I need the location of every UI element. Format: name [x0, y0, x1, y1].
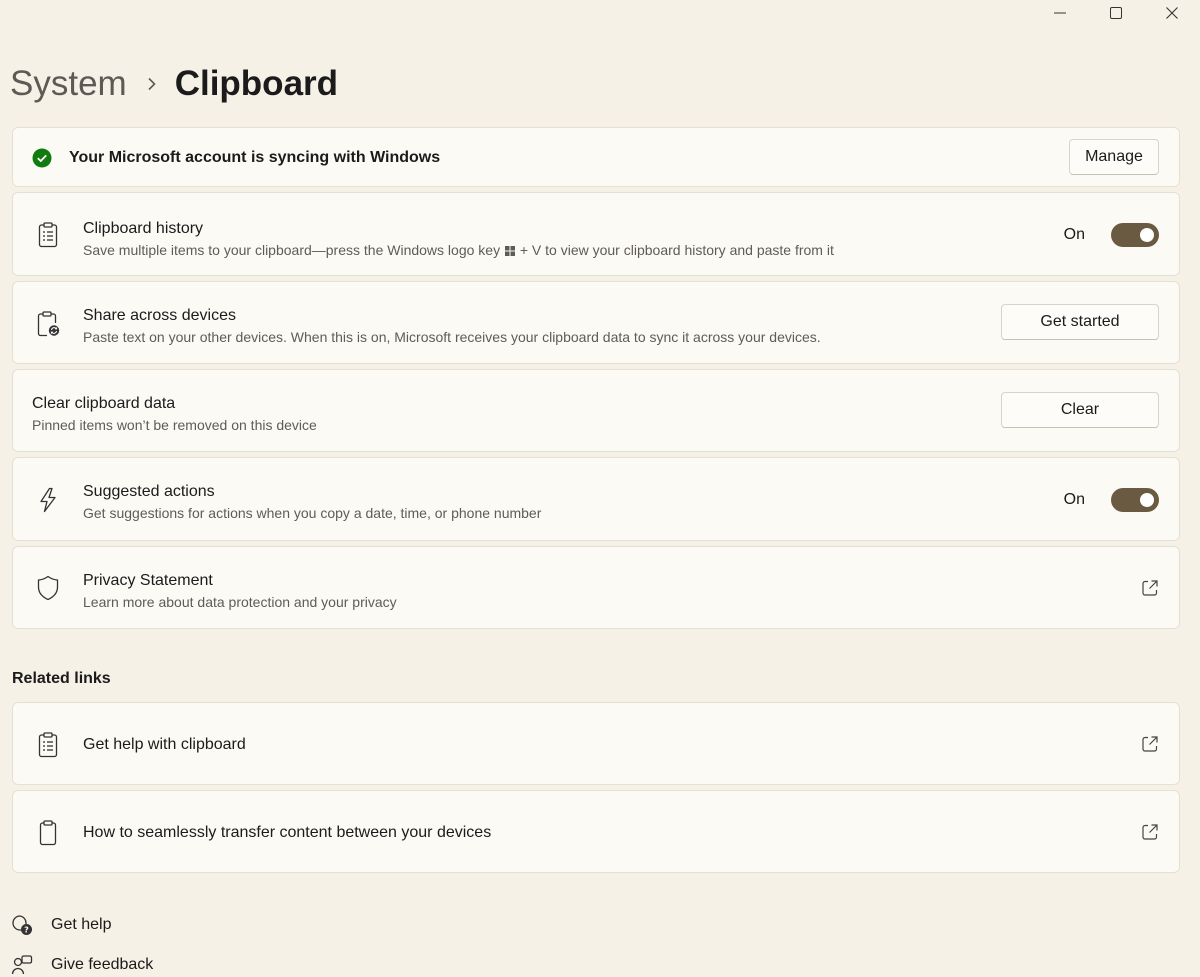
sync-status-text: Your Microsoft account is syncing with W…: [69, 149, 441, 166]
breadcrumb-system-link[interactable]: System: [10, 64, 127, 104]
suggested-actions-subtitle: Get suggestions for actions when you cop…: [83, 505, 542, 521]
clipboard-sync-icon: [35, 311, 61, 337]
clear-clipboard-card: Clear clipboard data Pinned items won’t …: [12, 369, 1180, 452]
clipboard-history-card: Clipboard history Save multiple items to…: [12, 192, 1180, 276]
manage-button[interactable]: Manage: [1069, 139, 1159, 175]
chevron-right-icon: [147, 77, 157, 91]
check-circle-icon: [32, 148, 52, 168]
clipboard-list-icon: [35, 222, 61, 248]
related-link-item[interactable]: Get help with clipboard: [12, 702, 1180, 785]
clipboard-history-title: Clipboard history: [83, 220, 204, 237]
page-title: Clipboard: [174, 64, 339, 103]
minimize-button[interactable]: [1032, 0, 1088, 26]
share-devices-title: Share across devices: [83, 307, 236, 324]
maximize-button[interactable]: [1088, 0, 1144, 26]
suggested-actions-state: On: [1063, 491, 1085, 508]
external-link-icon: [1141, 823, 1159, 841]
close-icon: [1166, 7, 1178, 19]
related-links-heading: Related links: [12, 670, 111, 687]
privacy-statement-card[interactable]: Privacy Statement Learn more about data …: [12, 546, 1180, 629]
suggested-actions-card: Suggested actions Get suggestions for ac…: [12, 457, 1180, 541]
get-help-label: Get help: [51, 916, 112, 933]
clear-clipboard-title: Clear clipboard data: [32, 395, 176, 412]
privacy-statement-title: Privacy Statement: [83, 572, 213, 589]
give-feedback-link[interactable]: Give feedback: [10, 953, 153, 977]
external-link-icon: [1141, 735, 1159, 753]
suggested-actions-title: Suggested actions: [83, 483, 215, 500]
get-help-link[interactable]: ? Get help: [10, 913, 111, 937]
external-link-icon: [1141, 579, 1159, 597]
sync-status-card: Your Microsoft account is syncing with W…: [12, 127, 1180, 187]
clipboard-history-subtitle: Save multiple items to your clipboard—pr…: [83, 241, 834, 259]
shield-icon: [35, 575, 61, 601]
related-link-label: Get help with clipboard: [83, 736, 246, 753]
svg-text:?: ?: [24, 926, 29, 935]
toggle-knob: [1140, 228, 1154, 242]
clipboard-icon: [35, 820, 61, 846]
maximize-icon: [1110, 7, 1122, 19]
share-devices-card: Share across devices Paste text on your …: [12, 281, 1180, 364]
get-started-button[interactable]: Get started: [1001, 304, 1159, 340]
minimize-icon: [1054, 12, 1066, 14]
suggested-actions-toggle[interactable]: [1111, 488, 1159, 512]
feedback-icon: [10, 953, 34, 977]
clipboard-history-toggle[interactable]: [1111, 223, 1159, 247]
windows-logo-icon: [504, 242, 515, 256]
related-link-item[interactable]: How to seamlessly transfer content betwe…: [12, 790, 1180, 873]
breadcrumb: System Clipboard: [10, 56, 338, 112]
close-button[interactable]: [1144, 0, 1200, 26]
lightning-icon: [35, 487, 61, 513]
related-link-label: How to seamlessly transfer content betwe…: [83, 824, 492, 841]
clipboard-history-subtitle-part2: + V to view your clipboard history and p…: [519, 242, 834, 258]
share-devices-subtitle: Paste text on your other devices. When t…: [83, 329, 821, 345]
clipboard-list-icon: [35, 732, 61, 758]
help-chat-icon: ?: [10, 913, 34, 937]
window-controls: [1032, 0, 1200, 26]
toggle-knob: [1140, 493, 1154, 507]
clear-clipboard-subtitle: Pinned items won’t be removed on this de…: [32, 417, 317, 433]
clear-button[interactable]: Clear: [1001, 392, 1159, 428]
clipboard-history-state: On: [1063, 226, 1085, 243]
clipboard-history-subtitle-part1: Save multiple items to your clipboard—pr…: [83, 242, 501, 258]
give-feedback-label: Give feedback: [51, 956, 154, 973]
privacy-statement-subtitle: Learn more about data protection and you…: [83, 594, 397, 610]
